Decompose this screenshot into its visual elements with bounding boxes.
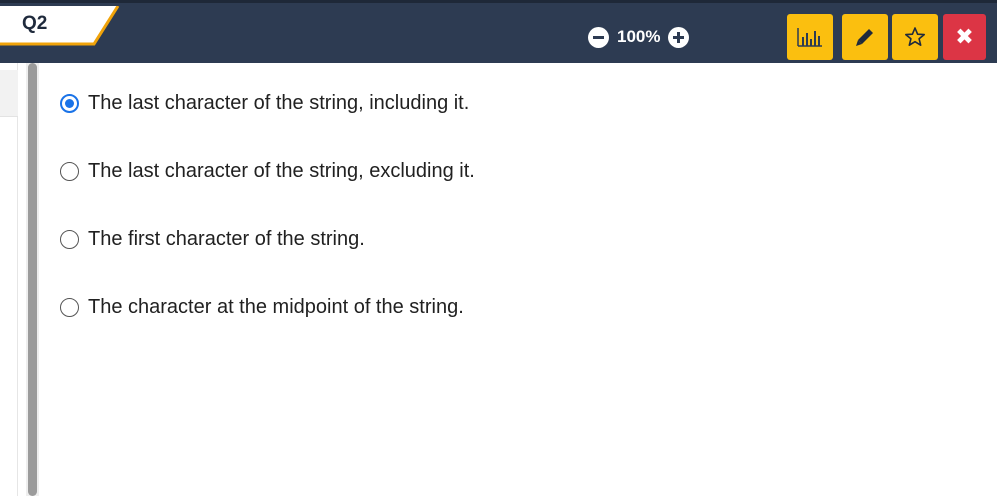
answer-option-4[interactable]: The character at the midpoint of the str… <box>60 296 464 319</box>
question-number: Q2 <box>22 13 48 34</box>
radio-button-selected[interactable] <box>60 94 79 113</box>
answer-option-3[interactable]: The first character of the string. <box>60 228 365 251</box>
option-label: The character at the midpoint of the str… <box>88 296 464 318</box>
scrollbar[interactable] <box>26 63 39 496</box>
pencil-icon <box>856 29 873 46</box>
question-tab[interactable]: Q2 <box>0 6 122 46</box>
zoom-level: 100% <box>617 27 661 46</box>
close-button[interactable]: ✖ <box>943 14 986 60</box>
side-panel <box>0 63 18 496</box>
star-outline-icon <box>904 27 926 47</box>
plus-circle-icon[interactable] <box>668 26 690 48</box>
top-toolbar: Q2 100% ✖ <box>0 0 997 63</box>
stats-button[interactable] <box>787 14 833 60</box>
option-label: The last character of the string, includ… <box>88 92 470 114</box>
edit-button[interactable] <box>842 14 888 60</box>
side-panel-tab[interactable] <box>0 70 18 117</box>
radio-button[interactable] <box>60 298 79 317</box>
bar-chart-icon <box>797 28 822 47</box>
radio-button[interactable] <box>60 230 79 249</box>
bookmark-button[interactable] <box>892 14 938 60</box>
scrollbar-thumb[interactable] <box>28 63 37 496</box>
zoom-control: 100% <box>588 25 690 49</box>
radio-button[interactable] <box>60 162 79 181</box>
minus-circle-icon[interactable] <box>588 26 609 48</box>
option-label: The first character of the string. <box>88 228 365 250</box>
close-icon: ✖ <box>955 24 974 49</box>
answer-option-2[interactable]: The last character of the string, exclud… <box>60 160 475 183</box>
question-tab-shape <box>0 6 120 46</box>
option-label: The last character of the string, exclud… <box>88 160 475 182</box>
answer-option-1[interactable]: The last character of the string, includ… <box>60 92 469 115</box>
